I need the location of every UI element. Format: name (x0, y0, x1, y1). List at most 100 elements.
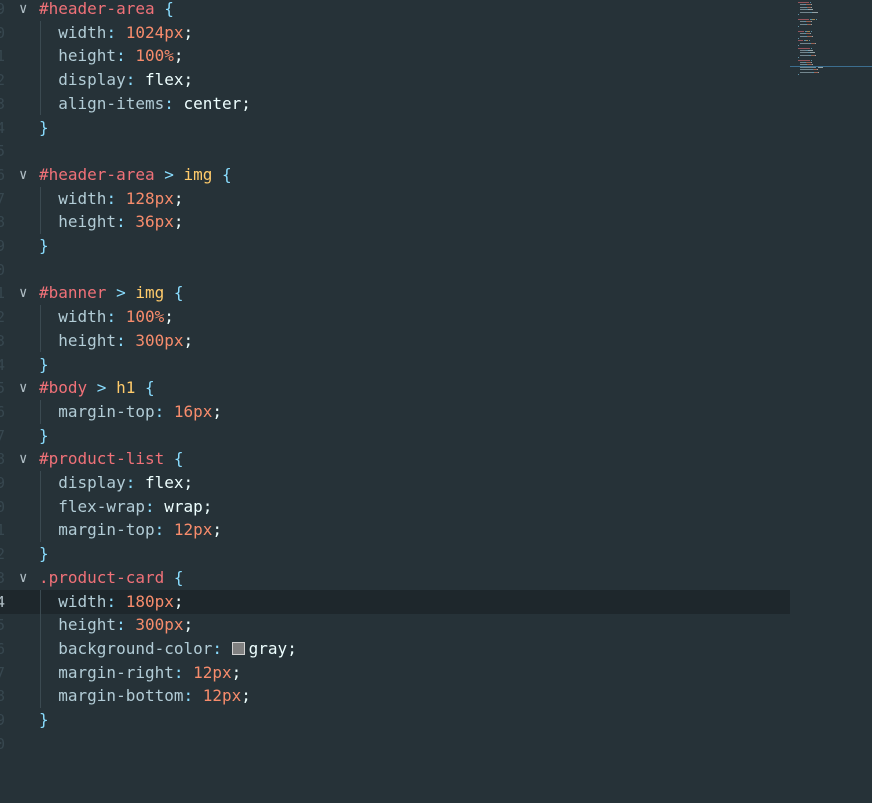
token: ; (173, 46, 184, 66)
line-number: 2 (0, 545, 6, 564)
token: #header-area (39, 164, 155, 184)
token: { (212, 164, 232, 184)
code-line[interactable]: 5 ∨ #body > h1 { (0, 376, 790, 400)
code-line[interactable]: 1 margin-top: 12px; (0, 518, 790, 542)
token: display (39, 70, 126, 90)
minimap-line (798, 26, 799, 27)
code-line[interactable]: 4} (0, 116, 790, 140)
code-line[interactable]: 3 align-items: center; (0, 92, 790, 116)
token: background-color (39, 638, 213, 658)
token: > (154, 164, 184, 184)
token: : (116, 212, 136, 232)
code-line[interactable]: 5 (0, 139, 790, 163)
code-line[interactable]: 0 width: 1024px; (0, 21, 790, 45)
code-line[interactable]: 6 margin-top: 16px; (0, 400, 790, 424)
code-line[interactable]: 6 background-color: gray; (0, 637, 790, 661)
code-line[interactable]: 8 margin-bottom: 12px; (0, 684, 790, 708)
code-text: display: flex; (39, 471, 193, 495)
fold-chevron-icon[interactable]: ∨ (19, 281, 27, 305)
indent-guide (40, 471, 41, 543)
minimap-line (806, 40, 808, 42)
code-line[interactable]: 2 width: 100%; (0, 305, 790, 329)
minimap-line (810, 59, 812, 61)
code-line[interactable]: 4} (0, 353, 790, 377)
token: height (39, 615, 117, 635)
minimap-line (815, 18, 817, 20)
minimap-line (798, 30, 804, 32)
code-line[interactable]: 9 ∨ #header-area { (0, 0, 790, 21)
code-text: flex-wrap: wrap; (39, 495, 212, 519)
code-text: width: 100%; (39, 305, 174, 329)
token: img (183, 164, 213, 184)
code-line[interactable]: 0 flex-wrap: wrap; (0, 495, 790, 519)
code-line[interactable]: 3 height: 300px; (0, 329, 790, 353)
token: ; (183, 473, 194, 492)
code-line[interactable]: 9} (0, 708, 790, 732)
minimap-line (811, 21, 812, 23)
minimap-line (814, 52, 815, 54)
code-line[interactable]: 9} (0, 234, 790, 258)
minimap-slider[interactable] (790, 66, 872, 67)
token: ; (202, 496, 213, 516)
code-line[interactable]: 6 ∨ #header-area > img { (0, 163, 790, 187)
token: 100% (125, 307, 165, 327)
token: .product-card (39, 567, 165, 587)
minimap-line (799, 11, 810, 13)
line-number: 5 (0, 142, 6, 161)
token: ; (173, 212, 184, 232)
fold-chevron-icon[interactable]: ∨ (19, 163, 27, 187)
line-number: 4 (0, 118, 6, 137)
code-text: background-color: gray; (39, 637, 297, 661)
color-swatch[interactable] (231, 641, 245, 655)
code-line[interactable]: 9 display: flex; (0, 471, 790, 495)
minimap-line (798, 47, 810, 49)
code-line[interactable]: 0 (0, 258, 790, 282)
minimap[interactable] (790, 0, 872, 803)
minimap-line (799, 52, 808, 54)
code-text: } (39, 116, 49, 140)
code-text: } (39, 542, 49, 566)
code-line[interactable]: 7 margin-right: 12px; (0, 661, 790, 685)
line-number: 1 (0, 284, 6, 303)
token: : (116, 330, 136, 350)
code-line[interactable]: 3 ∨ .product-card { (0, 566, 790, 590)
code-text: height: 36px; (39, 210, 184, 234)
fold-chevron-icon[interactable]: ∨ (19, 566, 27, 590)
line-number: 5 (0, 379, 6, 398)
token: width (39, 307, 107, 327)
code-area[interactable]: 9 ∨ #header-area {0 width: 1024px; 1 height… (0, 0, 790, 803)
code-line[interactable]: 0 (0, 732, 790, 756)
token: 128px (125, 188, 174, 208)
code-line[interactable]: 2 display: flex; (0, 68, 790, 92)
code-line[interactable]: 8 height: 36px; (0, 210, 790, 234)
minimap-line (809, 2, 811, 3)
code-line[interactable]: 4 width: 180px; (0, 589, 790, 614)
token: } (39, 236, 49, 255)
code-line[interactable]: 5 height: 300px; (0, 613, 790, 637)
line-number: 9 (0, 711, 6, 729)
code-line[interactable]: 1 height: 100%; (0, 44, 790, 68)
code-editor[interactable]: 9 ∨ #header-area {0 width: 1024px; 1 height… (0, 0, 872, 803)
token: ; (231, 662, 242, 682)
line-number: 9 (0, 474, 6, 492)
token: > (106, 283, 136, 303)
code-line[interactable]: 8 ∨ #product-list { (0, 447, 790, 471)
minimap-line (798, 57, 799, 59)
token: margin-top (39, 401, 155, 421)
line-number: 0 (0, 497, 6, 516)
code-line[interactable]: 1 ∨ #banner > img { (0, 281, 790, 305)
fold-chevron-icon[interactable]: ∨ (19, 0, 27, 21)
fold-chevron-icon[interactable]: ∨ (19, 376, 27, 400)
fold-chevron-icon[interactable]: ∨ (19, 447, 27, 471)
code-line[interactable]: 7} (0, 424, 790, 448)
token: height (39, 330, 117, 350)
code-line[interactable]: 7 width: 128px; (0, 187, 790, 211)
code-text: display: flex; (39, 68, 193, 92)
token: height (39, 212, 117, 232)
token: { (164, 283, 184, 303)
token: #body (39, 378, 88, 398)
token: : (212, 638, 232, 658)
line-number: 8 (0, 687, 6, 706)
line-number: 8 (0, 213, 6, 232)
code-line[interactable]: 2} (0, 542, 790, 566)
